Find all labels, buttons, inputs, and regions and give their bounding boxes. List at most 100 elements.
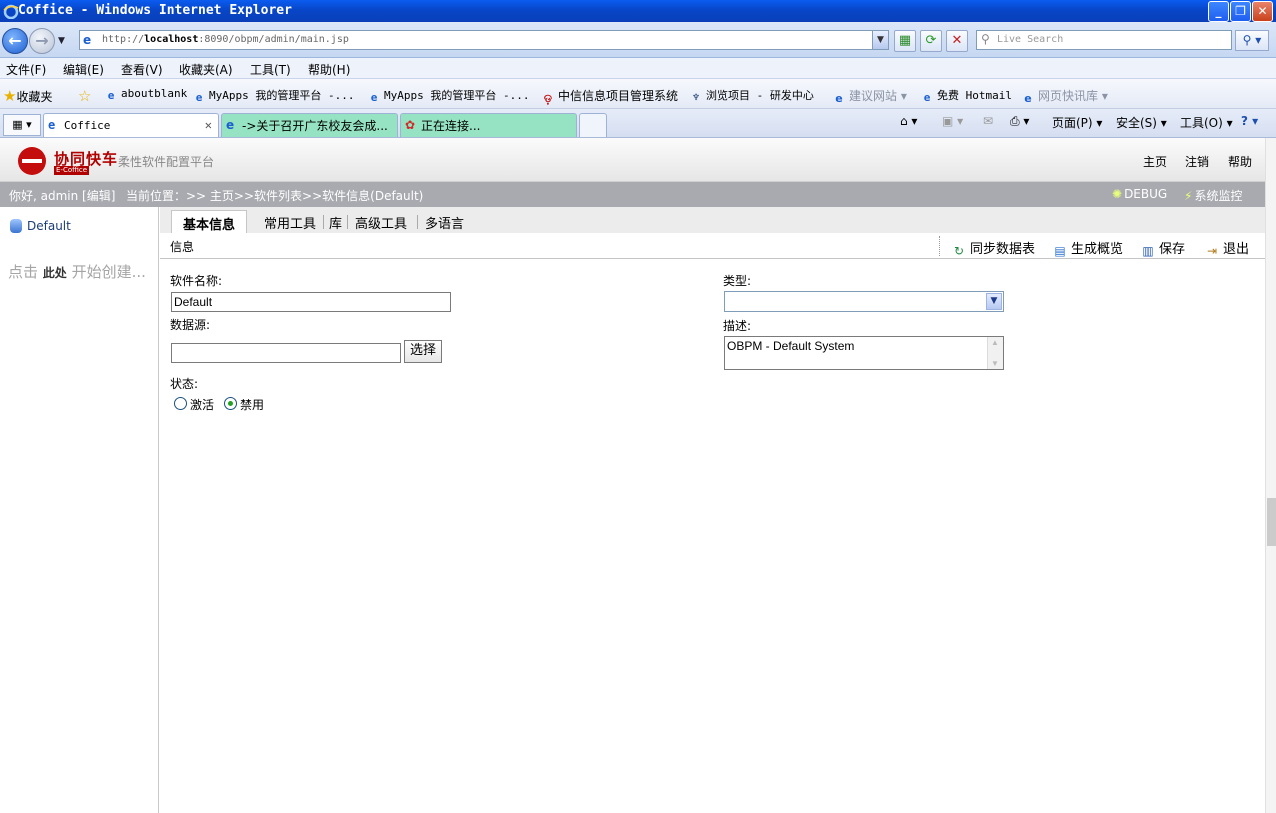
tab-library[interactable]: 库 — [329, 213, 342, 232]
menu-favorites[interactable]: 收藏夹(A) — [179, 61, 233, 78]
tools-menu-button[interactable]: 工具(O) ▾ — [1180, 114, 1233, 131]
datasource-input[interactable] — [171, 343, 401, 363]
app-header: 协同快车 E-Coffice 柔性软件配置平台 主页 注销 帮助 — [0, 138, 1276, 182]
exit-button[interactable]: ⇥ 退出 — [1205, 238, 1249, 258]
header-help-link[interactable]: 帮助 — [1228, 153, 1252, 170]
stop-icon: ✕ — [951, 33, 963, 48]
read-mail-button[interactable]: ✉ — [983, 114, 993, 128]
description-textarea[interactable]: OBPM - Default System — [724, 336, 1004, 370]
history-dropdown-icon[interactable]: ▼ — [58, 36, 65, 46]
page-menu-button[interactable]: 页面(P) ▾ — [1052, 114, 1102, 131]
close-tab-icon[interactable]: ✕ — [205, 118, 212, 132]
page-ie-icon: e — [83, 33, 92, 47]
search-button[interactable]: ⚲ ▾ — [1235, 30, 1269, 51]
status-radio-active[interactable] — [174, 397, 187, 410]
desc-label: 描述: — [723, 319, 752, 333]
url-dropdown-icon[interactable]: ▼ — [872, 31, 888, 49]
back-button[interactable]: ← — [2, 28, 28, 54]
window-title: Coffice - Windows Internet Explorer — [18, 3, 292, 18]
ie-page-icon: e — [835, 92, 843, 105]
refresh-icon: ⟳ — [925, 33, 937, 48]
scrollbar-thumb[interactable] — [1267, 498, 1276, 546]
browser-tab-connecting[interactable]: ✿ 正在连接... — [400, 113, 577, 137]
tab-multi-language[interactable]: 多语言 — [425, 213, 464, 232]
tree-item-default[interactable]: Default — [10, 219, 71, 233]
fav-link-browse-project[interactable]: ♆ 浏览项目 - 研发中心 — [689, 87, 814, 105]
fav-link-hotmail[interactable]: e 免费 Hotmail — [920, 87, 1012, 105]
browser-tab-coffice[interactable]: e Coffice ✕ — [43, 113, 219, 137]
save-button[interactable]: ▥ 保存 — [1141, 238, 1185, 258]
create-here-link[interactable]: 此处 — [43, 266, 67, 280]
tab-basic-info[interactable]: 基本信息 — [171, 210, 248, 233]
fav-link-aboutblank[interactable]: e aboutblank — [104, 87, 188, 103]
tab-common-tools[interactable]: 常用工具 — [264, 213, 316, 232]
status-option-active-label: 激活 — [190, 398, 215, 412]
quick-tabs-button[interactable]: ▦ ▾ — [3, 114, 41, 136]
print-icon: ⎙ ▾ — [1010, 114, 1030, 128]
safety-menu-button[interactable]: 安全(S) ▾ — [1116, 114, 1167, 131]
menu-tools[interactable]: 工具(T) — [250, 61, 291, 78]
url-input[interactable]: e http://localhost:8090/obpm/admin/main.… — [79, 30, 889, 50]
software-name-input[interactable] — [171, 292, 451, 312]
sync-tables-button[interactable]: ↻ 同步数据表 — [952, 238, 1035, 258]
fav-link-myapps-1[interactable]: e MyApps 我的管理平台 -... — [192, 87, 355, 105]
citic-logo-icon: ଡ଼ — [543, 92, 553, 105]
brand-subtitle: 柔性软件配置平台 — [118, 155, 215, 169]
chevron-down-icon: ▼ — [986, 293, 1002, 310]
quick-tabs-icon: ▦ ▾ — [12, 118, 32, 131]
menu-edit[interactable]: 编辑(E) — [63, 61, 104, 78]
browser-tab-alumni[interactable]: e ->关于召开广东校友会成... — [221, 113, 398, 137]
header-logout-link[interactable]: 注销 — [1185, 153, 1209, 170]
ie-page-icon: e — [923, 91, 931, 104]
textarea-scrollbar[interactable] — [987, 337, 1003, 369]
page-scrollbar[interactable] — [1265, 138, 1276, 813]
new-tab-button[interactable] — [579, 113, 607, 137]
add-favorite-button[interactable]: ☆ — [78, 87, 91, 105]
fav-web-slice-gallery[interactable]: e 网页快讯库 ▾ — [1021, 87, 1108, 106]
stop-button[interactable]: ✕ — [946, 30, 968, 52]
fav-link-citic-pm[interactable]: ଡ଼ 中信信息项目管理系统 — [541, 87, 678, 106]
debug-link[interactable]: ✺ DEBUG — [1112, 187, 1167, 201]
mail-icon: ✉ — [983, 114, 994, 128]
status-radio-disabled[interactable] — [224, 397, 237, 410]
home-icon: ⌂ ▾ — [900, 114, 918, 128]
system-monitor-link[interactable]: ⚡ 系统监控 — [1184, 187, 1242, 204]
favorites-button[interactable]: ★收藏夹 — [3, 87, 52, 105]
brand-logo-sub: E-Coffice — [54, 166, 90, 175]
feeds-button[interactable]: ▣ ▾ — [942, 114, 963, 128]
software-info-form: 软件名称: 数据源: 选择 状态: 激活 禁用 类型: ▼ 描述: OBPM -… — [160, 260, 1265, 813]
help-button[interactable]: ? ▾ — [1241, 114, 1258, 128]
create-hint: 点击 此处 开始创建... — [8, 263, 146, 281]
fav-suggested-sites[interactable]: e 建议网站 ▾ — [832, 87, 907, 106]
close-button[interactable]: ✕ — [1252, 1, 1273, 22]
status-label: 状态: — [170, 377, 199, 391]
menu-help[interactable]: 帮助(H) — [308, 61, 350, 78]
ie-page-icon: e — [48, 118, 56, 132]
print-button[interactable]: ⎙ ▾ — [1010, 114, 1029, 129]
header-home-link[interactable]: 主页 — [1143, 153, 1167, 170]
window-title-bar: Coffice - Windows Internet Explorer _ ❐ … — [0, 0, 1276, 22]
search-provider-icon: ⚲ — [981, 32, 990, 46]
maximize-button[interactable]: ❐ — [1230, 1, 1251, 22]
menu-file[interactable]: 文件(F) — [6, 61, 46, 78]
home-button[interactable]: ⌂ ▾ — [900, 114, 917, 128]
favorites-star-icon: ★ — [3, 87, 17, 105]
fav-link-myapps-2[interactable]: e MyApps 我的管理平台 -... — [367, 87, 530, 105]
help-icon: ? ▾ — [1241, 114, 1259, 128]
rss-icon: ▣ ▾ — [942, 114, 964, 128]
generate-overview-button[interactable]: ▤ 生成概览 — [1053, 238, 1123, 258]
refresh-button[interactable]: ⟳ — [920, 30, 942, 52]
compatibility-view-button[interactable]: ▦ — [894, 30, 916, 52]
search-input[interactable]: ⚲ Live Search — [976, 30, 1232, 50]
type-select[interactable]: ▼ — [724, 291, 1004, 312]
forward-button[interactable]: → — [29, 28, 55, 54]
minimize-button[interactable]: _ — [1208, 1, 1229, 22]
brand-logo-icon — [18, 147, 46, 175]
menu-view[interactable]: 查看(V) — [121, 61, 163, 78]
database-icon — [10, 219, 22, 233]
add-favorite-icon: ☆ — [78, 87, 92, 105]
choose-datasource-button[interactable]: 选择 — [404, 340, 442, 363]
tab-advanced-tools[interactable]: 高级工具 — [355, 213, 407, 232]
greeting[interactable]: 你好, admin [编辑] — [9, 187, 115, 204]
content-tabs: 基本信息 常用工具 库 高级工具 多语言 — [160, 207, 1265, 233]
